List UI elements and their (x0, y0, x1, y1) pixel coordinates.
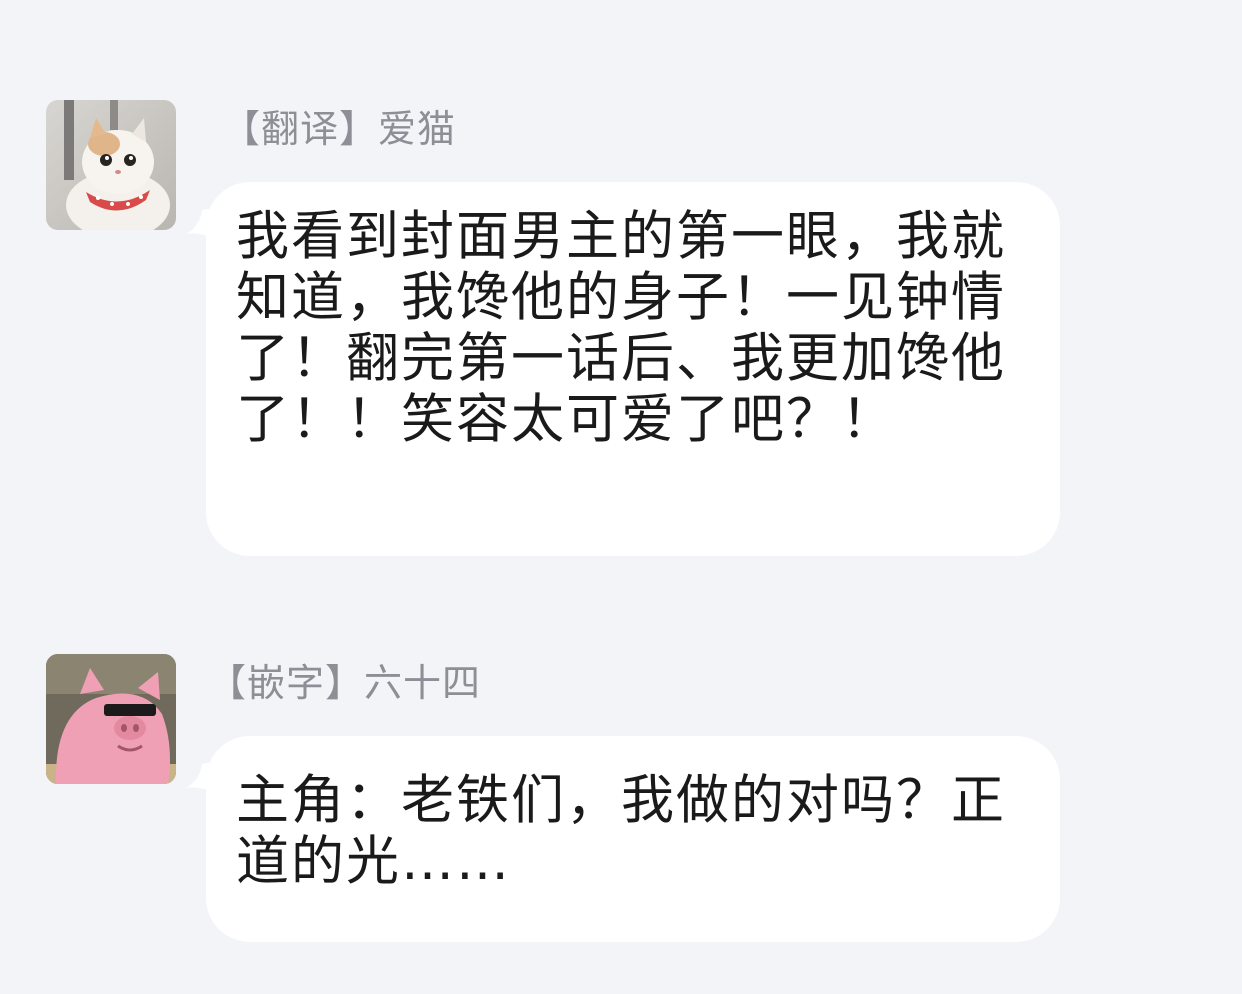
message-bubble[interactable]: 我看到封面男主的第一眼，我就知道，我馋他的身子！一见钟情了！翻完第一话后、我更加… (206, 182, 1060, 556)
pink-pig-avatar-image (46, 654, 176, 784)
cat-avatar-image (46, 100, 176, 230)
cat-avatar[interactable] (46, 100, 176, 230)
sender-name[interactable]: 【嵌字】六十四 (208, 658, 481, 708)
sender-name[interactable]: 【翻译】爱猫 (222, 104, 456, 154)
pink-pig-avatar[interactable] (46, 654, 176, 784)
message-bubble[interactable]: 主角：老铁们，我做的对吗？正道的光…… (206, 736, 1060, 942)
chat-view: 【翻译】爱猫 我看到封面男主的第一眼，我就知道，我馋他的身子！一见钟情了！翻完第… (0, 0, 1242, 994)
